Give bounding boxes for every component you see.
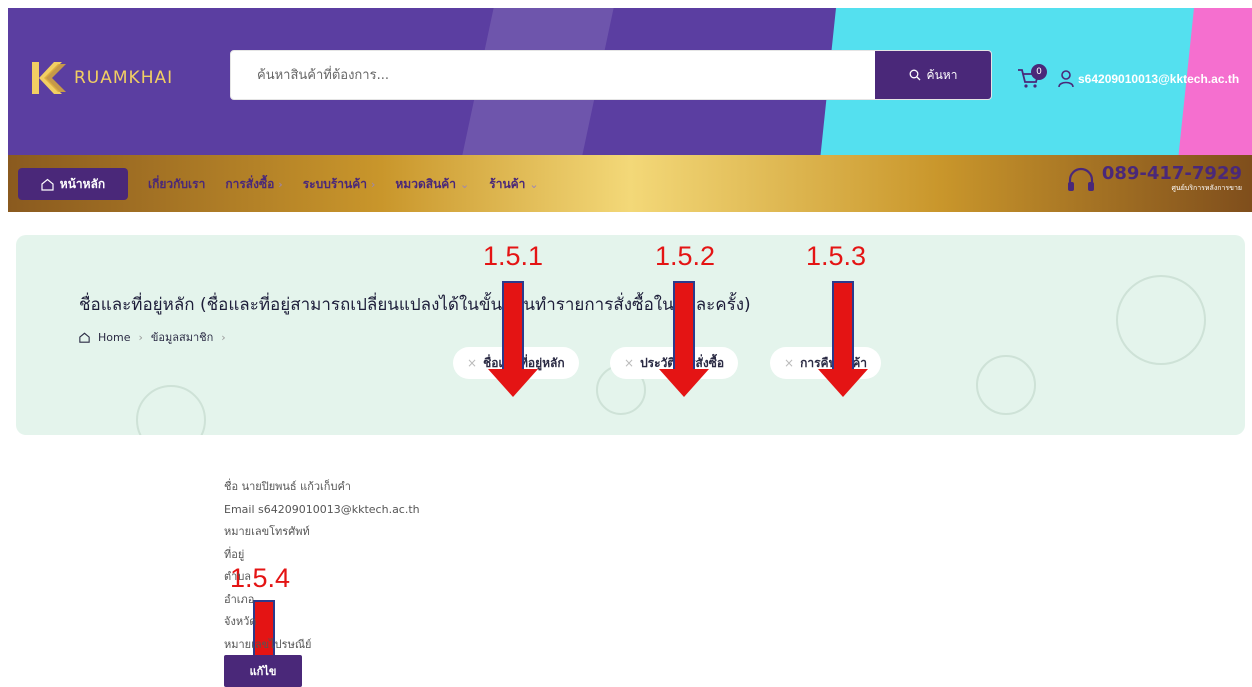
site-logo[interactable]: RUAMKHAI xyxy=(30,60,173,96)
profile-name: ชื่อ นายปิยพนธ์ แก้วเก็บคำ xyxy=(224,480,351,493)
logo-mark-icon xyxy=(32,62,66,94)
profile-subdistrict: ตำบล xyxy=(224,570,252,583)
profile-postcode: หมายเลขไปรษณีย์ xyxy=(224,637,312,651)
annotation-arrow-icon xyxy=(488,281,538,401)
nav-item-ordering[interactable]: การสั่งซื้อ › xyxy=(225,175,282,194)
nav-home-label: หน้าหลัก xyxy=(59,176,106,191)
chevron-down-icon: ⌄ xyxy=(460,178,470,191)
home-icon xyxy=(79,332,90,343)
nav-home-button[interactable]: หน้าหลัก xyxy=(18,168,128,200)
chevron-right-icon: › xyxy=(278,178,283,191)
search-icon xyxy=(909,69,921,81)
edit-profile-button[interactable]: แก้ไข xyxy=(224,655,302,687)
breadcrumb: Home › ข้อมูลสมาชิก › xyxy=(79,328,226,346)
search-button[interactable]: ค้นหา xyxy=(875,51,991,99)
profile-phone: หมายเลขโทรศัพท์ xyxy=(224,525,310,538)
profile-address: ที่อยู่ xyxy=(224,547,245,561)
page-banner: ชื่อและที่อยู่หลัก (ชื่อและที่อยู่สามารถ… xyxy=(16,235,1245,435)
banner-decor xyxy=(136,385,206,435)
search-button-label: ค้นหา xyxy=(926,67,958,82)
hotline[interactable]: 089-417-7929 ศูนย์บริการหลังการขาย xyxy=(1066,165,1242,194)
breadcrumb-member-info[interactable]: ข้อมูลสมาชิก xyxy=(151,328,213,346)
cart-count-badge: 0 xyxy=(1031,64,1047,80)
nav-item-label: เกี่ยวกับเรา xyxy=(148,177,206,191)
search-bar: ค้นหา xyxy=(230,50,992,100)
headset-icon xyxy=(1067,167,1094,191)
close-icon: × xyxy=(624,356,635,370)
user-icon xyxy=(1058,70,1074,88)
annotation-label: 1.5.1 xyxy=(483,241,544,271)
logo-text: RUAMKHAI xyxy=(74,68,174,88)
nav-item-categories[interactable]: หมวดสินค้า ⌄ xyxy=(395,175,469,194)
annotation-arrow-icon xyxy=(659,281,709,401)
banner-decor xyxy=(976,355,1036,415)
annotation-label: 1.5.2 xyxy=(655,241,716,271)
close-icon: × xyxy=(784,356,795,370)
nav-item-label: ร้านค้า xyxy=(489,177,526,191)
breadcrumb-home[interactable]: Home xyxy=(98,331,130,344)
search-input[interactable] xyxy=(231,51,875,99)
site-header: RUAMKHAI ค้นหา 0 s64209010013@kktech.ac.… xyxy=(8,8,1252,155)
breadcrumb-separator-icon: › xyxy=(138,330,143,344)
hotline-number: 089-417-7929 xyxy=(1101,163,1242,184)
chevron-down-icon: ⌄ xyxy=(529,178,539,191)
nav-item-label: ระบบร้านค้า xyxy=(302,177,367,191)
profile-district: อำเภอ xyxy=(224,592,255,606)
close-icon: × xyxy=(467,356,478,370)
profile-province: จังหวัด xyxy=(224,615,257,628)
nav-item-about[interactable]: เกี่ยวกับเรา xyxy=(148,175,205,194)
nav-item-label: หมวดสินค้า xyxy=(395,177,457,191)
annotation-arrow-icon xyxy=(818,281,868,401)
breadcrumb-separator-icon: › xyxy=(221,330,226,344)
nav-item-shops[interactable]: ร้านค้า ⌄ xyxy=(489,175,538,194)
hotline-caption: ศูนย์บริการหลังการขาย xyxy=(1171,184,1242,192)
user-email: s64209010013@kktech.ac.th xyxy=(1078,72,1240,86)
nav-menu: เกี่ยวกับเรา การสั่งซื้อ › ระบบร้านค้า ›… xyxy=(148,175,539,194)
profile-info: ชื่อ นายปิยพนธ์ แก้วเก็บคำ Email s642090… xyxy=(224,476,420,656)
banner-decor xyxy=(1116,275,1206,365)
page: RUAMKHAI ค้นหา 0 s64209010013@kktech.ac.… xyxy=(0,0,1252,687)
annotation-label: 1.5.3 xyxy=(806,241,867,271)
home-icon xyxy=(41,178,54,191)
page-title: ชื่อและที่อยู่หลัก (ชื่อและที่อยู่สามารถ… xyxy=(79,295,751,315)
user-account[interactable]: s64209010013@kktech.ac.th xyxy=(1058,70,1239,88)
profile-email: Email s64209010013@kktech.ac.th xyxy=(224,502,420,516)
nav-item-label: การสั่งซื้อ xyxy=(225,177,275,191)
nav-item-store-system[interactable]: ระบบร้านค้า › xyxy=(303,175,376,194)
cart-button[interactable]: 0 xyxy=(1017,64,1047,92)
main-nav: หน้าหลัก เกี่ยวกับเรา การสั่งซื้อ › ระบบ… xyxy=(8,155,1252,212)
chevron-right-icon: › xyxy=(370,178,376,191)
